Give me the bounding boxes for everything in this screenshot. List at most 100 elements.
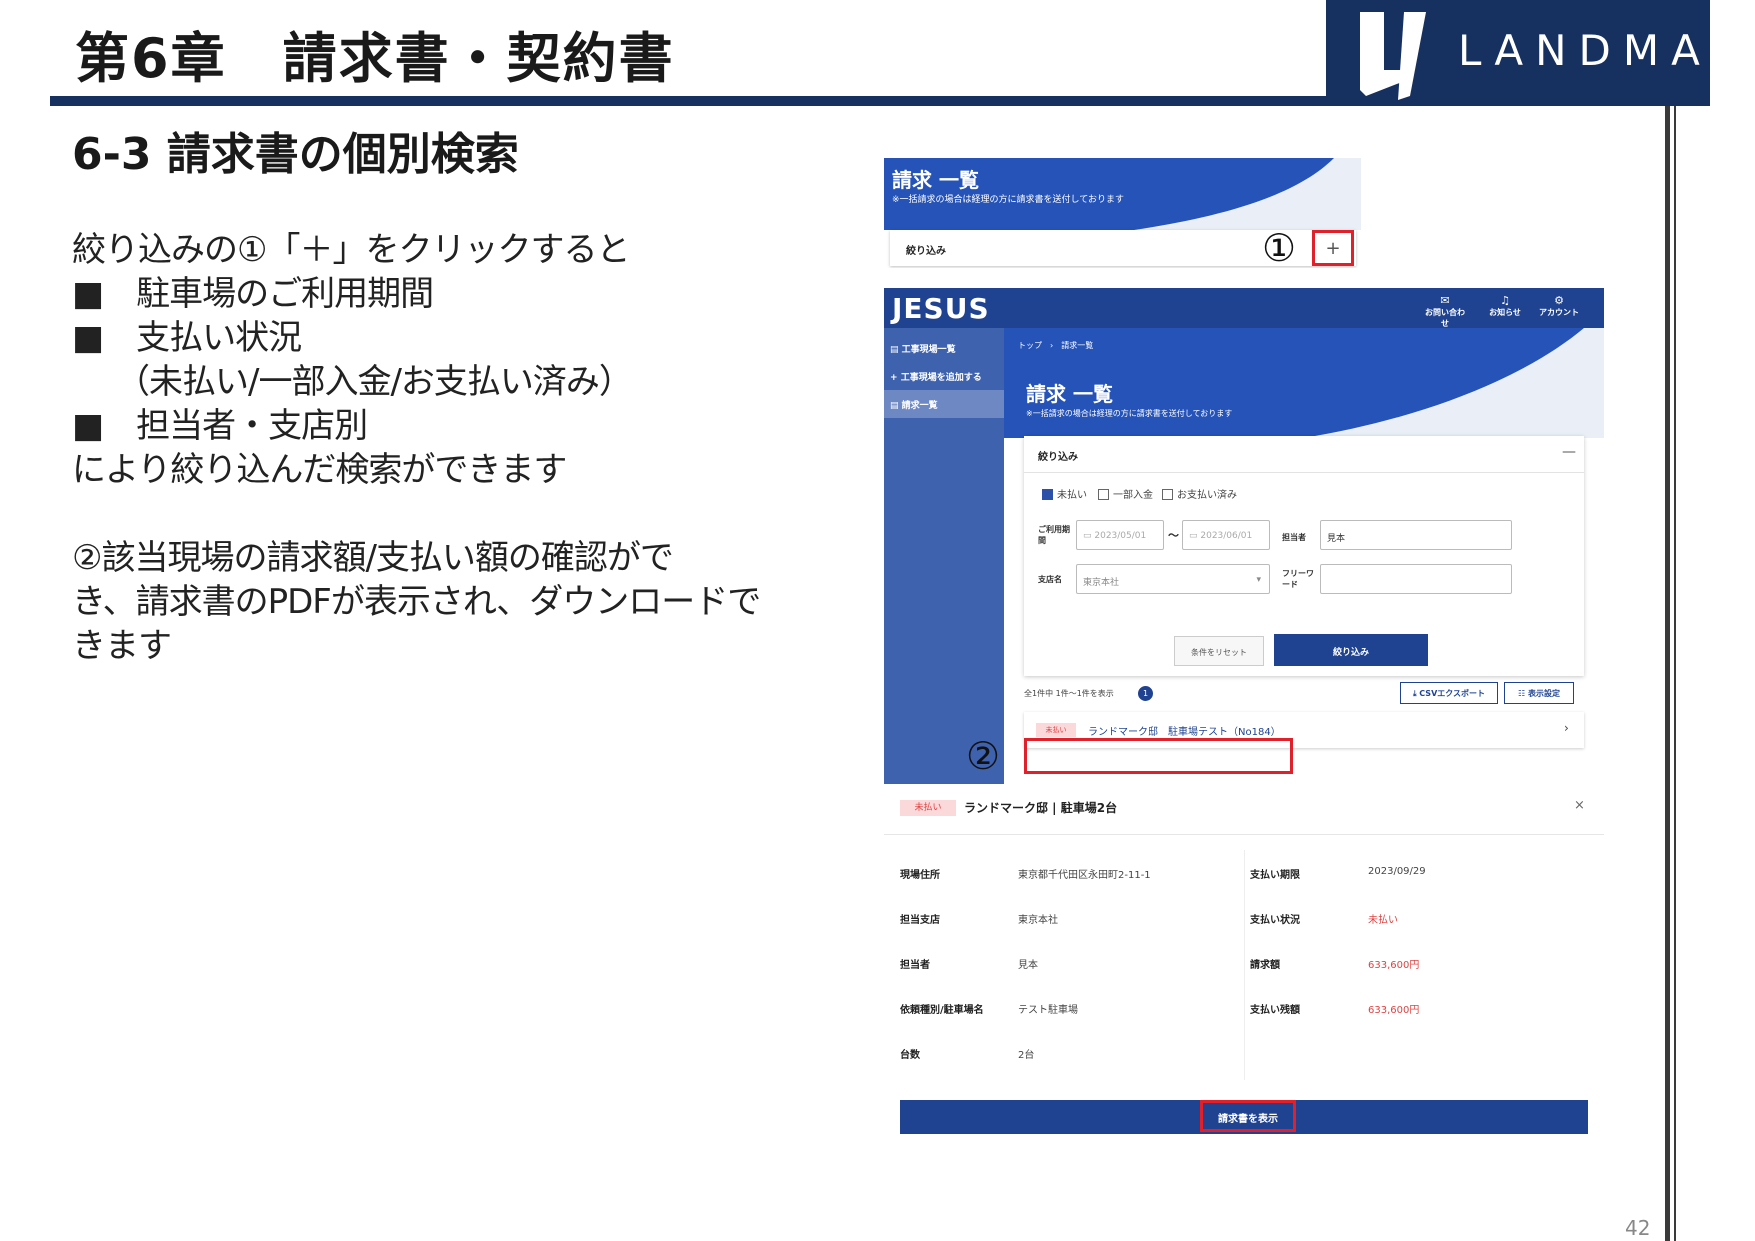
divider xyxy=(884,834,1604,835)
plus-icon: + xyxy=(890,373,898,383)
period-label: ご利用期間 xyxy=(1038,525,1070,545)
chapter-title: 第6章 請求書・契約書 xyxy=(75,27,675,90)
detail-value: 633,600円 xyxy=(1368,1005,1420,1016)
list-icon: ▤ xyxy=(890,345,899,355)
detail-value: 2台 xyxy=(1018,1050,1035,1061)
checkbox-label: お支払い済み xyxy=(1177,490,1237,501)
jesus-logo[interactable]: JESUS xyxy=(892,292,990,325)
mail-icon: ✉ xyxy=(1440,294,1450,307)
nav-label: お知らせ xyxy=(1489,308,1521,317)
chevron-down-icon: ▾ xyxy=(1256,575,1261,585)
date-from-input[interactable]: ▭ 2023/05/01 xyxy=(1076,520,1164,550)
desc-line: により絞り込んだ検索ができます xyxy=(72,450,567,490)
date-from-value: 2023/05/01 xyxy=(1094,531,1147,541)
right-border-inner xyxy=(1674,106,1676,1241)
apply-filter-button[interactable]: 絞り込み xyxy=(1274,634,1428,666)
checkbox-label: 未払い xyxy=(1057,490,1087,501)
branch-value: 東京本社 xyxy=(1083,578,1120,588)
nav-account[interactable]: ⚙ アカウント xyxy=(1536,294,1582,318)
filter-expand-button[interactable]: + xyxy=(1312,230,1354,266)
page-title: 請求 一覧 xyxy=(892,168,979,192)
page-number: 42 xyxy=(1625,1216,1651,1240)
sidebar-item-sites[interactable]: ▤ 工事現場一覧 xyxy=(884,334,1004,362)
divider xyxy=(1024,472,1584,473)
detail-key: 担当者 xyxy=(900,960,930,971)
desc-line: 絞り込みの①「＋」をクリックすると xyxy=(72,230,630,270)
detail-value: 東京本社 xyxy=(1018,915,1058,926)
screenshot-filter-expanded: JESUS ✉ お問い合わせ ♫ お知らせ ⚙ アカウント ▤ 工事現場一覧 +… xyxy=(884,288,1604,784)
desc-line: ■ 支払い状況 xyxy=(72,318,302,358)
breadcrumb[interactable]: トップ › 請求一覧 xyxy=(1018,340,1093,351)
result-row-title: ランドマーク邸 駐車場テスト（No184） xyxy=(1088,727,1281,738)
nav-contact[interactable]: ✉ お問い合わせ xyxy=(1422,294,1468,329)
checkbox-label: 一部入金 xyxy=(1113,490,1153,501)
sidebar-item-add-site[interactable]: + 工事現場を追加する xyxy=(884,362,1004,390)
desc-line: き、請求書のPDFが表示され、ダウンロードで xyxy=(72,582,761,622)
csv-export-button[interactable]: ⤓ CSVエクスポート xyxy=(1400,682,1498,704)
detail-key: 依頼種別/駐車場名 xyxy=(900,1005,984,1016)
landmark-logo: LANDMARK xyxy=(1326,0,1755,106)
desc-line: （未払い/一部入金/お支払い済み） xyxy=(100,362,633,402)
logo-text: LANDMARK xyxy=(1458,26,1755,75)
filter-label: 絞り込み xyxy=(906,246,946,257)
reset-button[interactable]: 条件をリセット xyxy=(1174,636,1264,666)
desc-line: ■ 担当者・支店別 xyxy=(72,406,368,446)
detail-key: 支払い期限 xyxy=(1250,870,1300,881)
detail-key: 請求額 xyxy=(1250,960,1280,971)
top-bar: JESUS ✉ お問い合わせ ♫ お知らせ ⚙ アカウント xyxy=(884,288,1604,328)
person-input[interactable]: 見本 xyxy=(1320,520,1512,550)
status-badge: 未払い xyxy=(900,800,956,816)
sidebar-item-label: 工事現場一覧 xyxy=(901,345,956,355)
page-note: ※一括請求の場合は経理の方に請求書を送付しております xyxy=(1026,409,1233,418)
section-title: 6-3 請求書の個別検索 xyxy=(72,129,519,180)
page-title: 請求 一覧 xyxy=(1026,382,1113,406)
freeword-label: フリーワード xyxy=(1282,569,1314,589)
checkbox-icon xyxy=(1162,489,1173,500)
page-note: ※一括請求の場合は経理の方に請求書を送付しております xyxy=(892,195,1125,205)
chevron-right-icon: › xyxy=(1564,721,1569,735)
account-icon: ⚙ xyxy=(1554,294,1564,307)
detail-key: 台数 xyxy=(900,1050,920,1061)
desc-line: ■ 駐車場のご利用期間 xyxy=(72,274,434,314)
detail-value: 未払い xyxy=(1368,915,1398,926)
status-checkbox-partial[interactable]: 一部入金 xyxy=(1098,486,1153,501)
sidebar-item-label: 工事現場を追加する xyxy=(900,373,982,383)
person-label: 担当者 xyxy=(1282,533,1306,542)
detail-key: 担当支店 xyxy=(900,915,940,926)
close-icon[interactable]: × xyxy=(1574,798,1585,813)
branch-select[interactable]: 東京本社 ▾ xyxy=(1076,564,1270,594)
sidebar-item-label: 請求一覧 xyxy=(901,401,938,411)
checkbox-icon xyxy=(1098,489,1109,500)
detail-key: 支払い残額 xyxy=(1250,1005,1300,1016)
sidebar-item-invoices[interactable]: ▤ 請求一覧 xyxy=(884,390,1004,418)
filter-collapse-button[interactable]: — xyxy=(1562,444,1576,460)
detail-title: ランドマーク邸 | 駐車場2台 xyxy=(964,801,1118,815)
show-invoice-label[interactable]: 請求書を表示 xyxy=(1200,1100,1296,1132)
detail-value: 633,600円 xyxy=(1368,960,1420,971)
right-border xyxy=(1665,106,1670,1241)
checkbox-checked-icon xyxy=(1042,489,1053,500)
calendar-icon: ▭ xyxy=(1083,531,1095,541)
status-badge: 未払い xyxy=(1036,723,1076,737)
date-to-input[interactable]: ▭ 2023/06/01 xyxy=(1182,520,1270,550)
main-content: トップ › 請求一覧 請求 一覧 ※一括請求の場合は経理の方に請求書を送付してお… xyxy=(1004,328,1604,784)
filter-label: 絞り込み xyxy=(1038,452,1078,463)
desc-line: ②該当現場の請求額/支払い額の確認がで xyxy=(72,538,674,578)
callout-one: ① xyxy=(1262,226,1297,270)
detail-value: 2023/09/29 xyxy=(1368,866,1426,877)
display-settings-button[interactable]: ☷ 表示設定 xyxy=(1504,682,1574,704)
detail-value: 見本 xyxy=(1018,960,1038,971)
nav-label: お問い合わせ xyxy=(1425,308,1465,328)
nav-notice[interactable]: ♫ お知らせ xyxy=(1482,294,1528,318)
bell-icon: ♫ xyxy=(1500,294,1510,307)
result-count-badge: 1 xyxy=(1138,686,1153,701)
status-checkbox-paid[interactable]: お支払い済み xyxy=(1162,486,1237,501)
detail-key: 現場住所 xyxy=(900,870,940,881)
branch-label: 支店名 xyxy=(1038,575,1062,584)
detail-key: 支払い状況 xyxy=(1250,915,1300,926)
filter-card: 絞り込み — 未払い 一部入金 お支払い済み ご利用期間 ▭ 2023/05/0… xyxy=(1024,436,1584,676)
status-checkbox-unpaid[interactable]: 未払い xyxy=(1042,486,1087,501)
freeword-input[interactable] xyxy=(1320,564,1512,594)
callout-two: ② xyxy=(966,734,1001,778)
list-icon: ▤ xyxy=(890,401,899,411)
